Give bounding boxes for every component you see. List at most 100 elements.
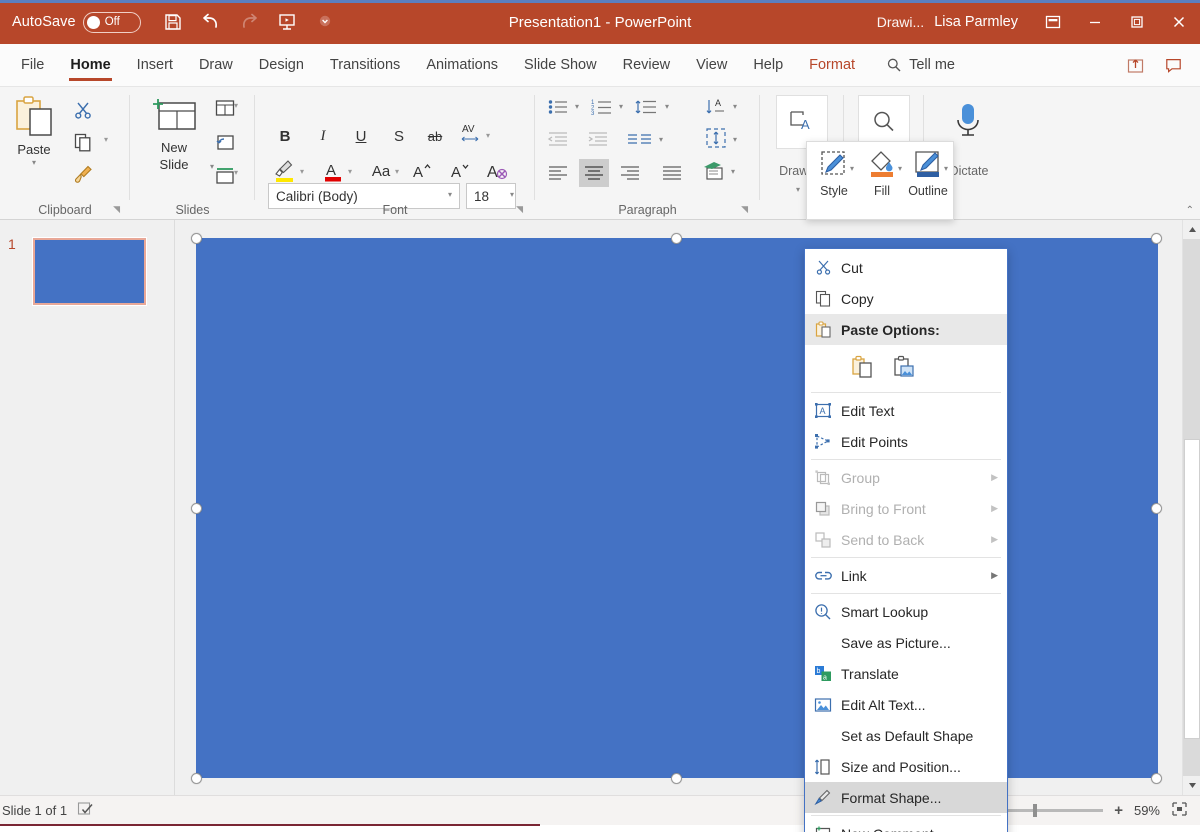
increase-indent-button[interactable]	[583, 126, 613, 154]
text-shadow-button[interactable]: S	[385, 122, 413, 150]
context-menu-item-edit-alt-text[interactable]: Edit Alt Text...	[805, 689, 1007, 720]
tab-file[interactable]: File	[8, 44, 57, 87]
vertical-scrollbar[interactable]	[1182, 220, 1200, 795]
scroll-up-arrow[interactable]	[1183, 220, 1200, 239]
font-color-dropdown-caret[interactable]: ▾	[348, 167, 352, 176]
scrollbar-track[interactable]	[1183, 239, 1200, 776]
copy-button[interactable]	[66, 127, 100, 157]
paragraph-dialog-launcher[interactable]: ◥	[741, 204, 748, 215]
zoom-level-label[interactable]: 59%	[1134, 803, 1160, 818]
comments-icon[interactable]	[1156, 50, 1190, 80]
shape-style-caret[interactable]: ▾	[850, 164, 854, 173]
bullets-dropdown-caret[interactable]: ▾	[575, 102, 579, 111]
character-spacing-dropdown-caret[interactable]: ▾	[486, 131, 490, 140]
account-name[interactable]: Lisa Parmley	[934, 14, 1018, 30]
text-highlight-button[interactable]	[271, 157, 299, 185]
tab-review[interactable]: Review	[610, 44, 684, 87]
autosave-switch[interactable]: Off	[82, 11, 141, 33]
restore-icon[interactable]	[1116, 0, 1158, 44]
decrease-font-size-button[interactable]: A	[445, 157, 473, 185]
smartart-dropdown-caret[interactable]: ▾	[731, 167, 735, 176]
clear-formatting-button[interactable]: A	[483, 157, 511, 185]
reset-button[interactable]	[208, 127, 242, 157]
columns-button[interactable]	[625, 126, 655, 154]
fit-to-window-icon[interactable]	[1171, 801, 1188, 820]
scrollbar-thumb[interactable]	[1184, 439, 1200, 739]
numbering-button[interactable]: 123	[587, 93, 617, 121]
change-case-button[interactable]: Aa	[367, 157, 395, 185]
undo-icon[interactable]	[193, 6, 229, 38]
resize-handle-bottom-right[interactable]	[1151, 773, 1162, 784]
resize-handle-bottom-center[interactable]	[671, 773, 682, 784]
numbering-dropdown-caret[interactable]: ▾	[619, 102, 623, 111]
resize-handle-middle-right[interactable]	[1151, 503, 1162, 514]
convert-to-smartart-button[interactable]	[699, 157, 729, 185]
context-menu-item-edit-points[interactable]: Edit Points	[805, 426, 1007, 457]
change-case-dropdown-caret[interactable]: ▾	[395, 167, 399, 176]
autosave-toggle[interactable]: AutoSave Off	[12, 11, 141, 33]
character-spacing-button[interactable]: AV	[457, 119, 485, 147]
save-icon[interactable]	[155, 6, 191, 38]
context-menu-item-save-as-picture[interactable]: Save as Picture...	[805, 627, 1007, 658]
drawing-dropdown-caret[interactable]: ▾	[796, 185, 800, 194]
increase-font-size-button[interactable]: A	[407, 157, 435, 185]
context-menu-item-set-as-default-shape[interactable]: Set as Default Shape	[805, 720, 1007, 751]
columns-dropdown-caret[interactable]: ▾	[659, 135, 663, 144]
context-menu-item-copy[interactable]: Copy	[805, 283, 1007, 314]
close-icon[interactable]	[1158, 0, 1200, 44]
accessibility-checker-icon[interactable]	[77, 801, 95, 820]
shape-style-button[interactable]: Style	[811, 148, 857, 198]
cut-button[interactable]	[66, 95, 100, 125]
zoom-in-button[interactable]: +	[1114, 802, 1123, 819]
customize-qat-icon[interactable]	[307, 6, 343, 38]
tab-home[interactable]: Home	[57, 44, 123, 87]
resize-handle-top-right[interactable]	[1151, 233, 1162, 244]
tab-animations[interactable]: Animations	[413, 44, 511, 87]
align-text-dropdown-caret[interactable]: ▾	[733, 135, 737, 144]
tab-design[interactable]: Design	[246, 44, 317, 87]
paste-picture[interactable]	[891, 354, 919, 382]
bold-button[interactable]: B	[271, 122, 299, 150]
resize-handle-middle-left[interactable]	[191, 503, 202, 514]
context-menu-item-edit-text[interactable]: A Edit Text	[805, 395, 1007, 426]
shape-fill-button[interactable]: Fill	[859, 148, 905, 198]
highlight-dropdown-caret[interactable]: ▾	[300, 167, 304, 176]
context-menu-item-new-comment[interactable]: New Comment	[805, 818, 1007, 832]
tab-view[interactable]: View	[683, 44, 740, 87]
context-menu-item-format-shape[interactable]: Format Shape...	[805, 782, 1007, 813]
context-menu-item-translate[interactable]: ba Translate	[805, 658, 1007, 689]
format-painter-button[interactable]	[66, 159, 100, 189]
align-center-button[interactable]	[579, 159, 609, 187]
section-dropdown-caret[interactable]: ▾	[234, 168, 238, 177]
align-text-button[interactable]	[701, 124, 731, 152]
shape-outline-button[interactable]: Outline	[905, 148, 951, 198]
tab-slide-show[interactable]: Slide Show	[511, 44, 610, 87]
slide-thumbnail-1[interactable]	[32, 237, 147, 306]
font-size-dropdown-caret[interactable]: ▾	[510, 190, 514, 199]
tab-insert[interactable]: Insert	[124, 44, 186, 87]
line-spacing-dropdown-caret[interactable]: ▾	[665, 102, 669, 111]
justify-button[interactable]	[657, 159, 687, 187]
scroll-down-arrow[interactable]	[1183, 776, 1200, 795]
layout-dropdown-caret[interactable]: ▾	[234, 101, 238, 110]
line-spacing-button[interactable]	[631, 93, 661, 121]
shape-fill-caret[interactable]: ▾	[898, 164, 902, 173]
tab-format[interactable]: Format	[796, 44, 868, 87]
collapse-ribbon-icon[interactable]: ⌃	[1186, 205, 1194, 216]
text-direction-dropdown-caret[interactable]: ▾	[733, 102, 737, 111]
paste-keep-source-formatting[interactable]	[849, 354, 877, 382]
paste-button[interactable]: Paste ▾	[6, 93, 62, 195]
shape-outline-caret[interactable]: ▾	[944, 164, 948, 173]
align-left-button[interactable]	[543, 159, 573, 187]
share-icon[interactable]	[1118, 50, 1152, 80]
italic-button[interactable]: I	[309, 122, 337, 150]
slide-canvas[interactable]	[196, 238, 1158, 778]
context-menu-item-link[interactable]: Link ▶	[805, 560, 1007, 591]
context-menu-item-size-and-position[interactable]: Size and Position...	[805, 751, 1007, 782]
zoom-slider-handle[interactable]	[1033, 804, 1038, 817]
bullets-button[interactable]	[543, 93, 573, 121]
zoom-slider[interactable]	[995, 804, 1104, 817]
slide-editing-area[interactable]	[176, 220, 1164, 795]
align-right-button[interactable]	[615, 159, 645, 187]
font-dialog-launcher[interactable]: ◥	[516, 204, 523, 215]
